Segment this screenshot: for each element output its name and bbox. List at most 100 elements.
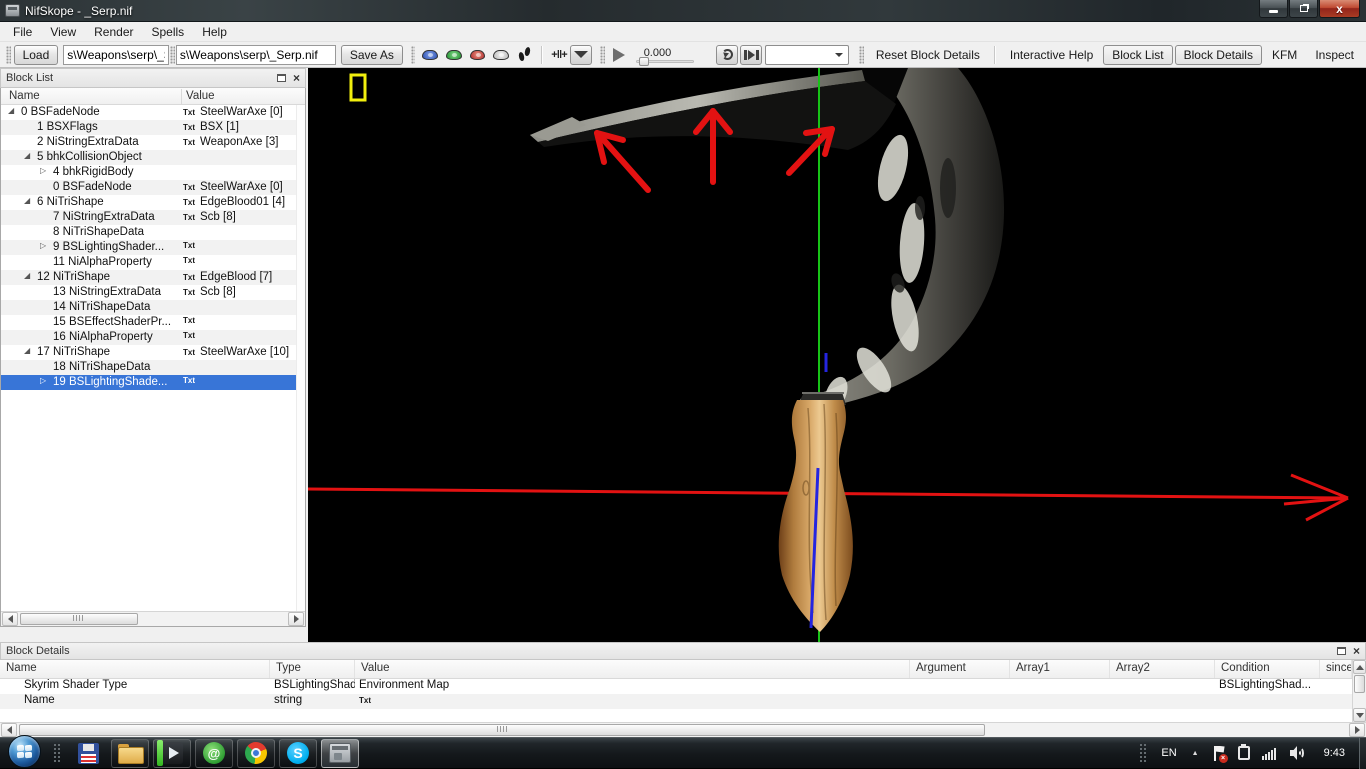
taskbar-item-nifskope-active[interactable] — [321, 738, 359, 768]
menu-item-file[interactable]: File — [4, 23, 41, 41]
save-path-input[interactable] — [175, 44, 336, 65]
action-center-flag-icon[interactable]: × — [1212, 745, 1228, 763]
view-mode-blue-eye-icon[interactable] — [422, 49, 439, 60]
column-value[interactable]: Value — [186, 90, 215, 102]
minimize-button[interactable] — [1259, 0, 1288, 18]
collapse-arrow-icon[interactable]: ▷ — [40, 376, 46, 385]
language-indicator[interactable]: EN — [1161, 747, 1176, 759]
block-list-row[interactable]: 1 BSXFlags Txt BSX [1] — [1, 120, 305, 135]
show-desktop-button[interactable] — [1359, 737, 1366, 769]
walk-mode-icon[interactable] — [518, 47, 531, 63]
expand-arrow-icon[interactable]: ◢ — [24, 196, 30, 205]
center-view-button[interactable]: +‖+ — [548, 45, 570, 65]
scroll-down-button[interactable] — [1353, 708, 1366, 722]
view-mode-gray-eye-icon[interactable] — [493, 49, 510, 60]
taskbar-item-media-player[interactable] — [153, 738, 191, 768]
taskbar-item-messenger[interactable]: @ — [195, 738, 233, 768]
tree-scrollbar-gutter[interactable] — [296, 105, 305, 611]
collapse-arrow-icon[interactable]: ▷ — [40, 166, 46, 175]
column-value[interactable]: Value — [355, 660, 910, 678]
block-details-titlebar[interactable]: Block Details × — [0, 642, 1366, 660]
animation-select[interactable] — [765, 44, 850, 65]
block-list-row[interactable]: ◢ 17 NiTriShape Txt SteelWarAxe [10] — [1, 345, 305, 360]
block-list-row[interactable]: ◢ 6 NiTriShape Txt EdgeBlood01 [4] — [1, 195, 305, 210]
taskbar-grip[interactable] — [53, 743, 61, 763]
path-splitter-grip[interactable] — [170, 45, 175, 64]
block-list-row[interactable]: 2 NiStringExtraData Txt WeaponAxe [3] — [1, 135, 305, 150]
block-list-row[interactable]: 15 BSEffectShaderPr... Txt — [1, 315, 305, 330]
column-array2[interactable]: Array2 — [1110, 660, 1215, 678]
inspect-button[interactable]: Inspect — [1306, 45, 1363, 65]
block-list-row[interactable]: 8 NiTriShapeData — [1, 225, 305, 240]
menu-item-spells[interactable]: Spells — [143, 23, 194, 41]
toolbar-grip-3[interactable] — [600, 45, 605, 64]
volume-icon[interactable] — [1289, 746, 1307, 760]
toolbar-grip[interactable] — [6, 45, 11, 64]
block-details-column-header[interactable]: Name Type Value Argument Array1 Array2 Conditi… — [0, 660, 1366, 679]
block-list-row[interactable]: ◢ 12 NiTriShape Txt EdgeBlood [7] — [1, 270, 305, 285]
column-name[interactable]: Name — [0, 660, 270, 678]
taskbar-item-floppy[interactable] — [69, 739, 107, 768]
animation-time-control[interactable]: 0.000 — [635, 47, 694, 66]
float-panel-icon[interactable] — [276, 74, 286, 82]
toolbar-grip-4[interactable] — [859, 45, 864, 64]
menu-item-help[interactable]: Help — [193, 23, 236, 41]
block-details-row[interactable]: Skyrim Shader Type BSLightingShad... Envir… — [0, 679, 1366, 694]
scrollbar-thumb[interactable] — [1354, 675, 1365, 693]
block-details-vscrollbar[interactable] — [1352, 660, 1366, 722]
column-type[interactable]: Type — [270, 660, 355, 678]
menu-item-view[interactable]: View — [41, 23, 85, 41]
expand-arrow-icon[interactable]: ◢ — [24, 346, 30, 355]
block-list-row[interactable]: ▷ 19 BSLightingShade... Txt — [1, 375, 305, 390]
toolbar-grip-2[interactable] — [410, 45, 416, 64]
scroll-left-button[interactable] — [1, 723, 17, 737]
load-path-input[interactable] — [63, 44, 170, 65]
play-button[interactable] — [608, 45, 630, 65]
toggle-block-list-button[interactable]: Block List — [1103, 44, 1173, 65]
animation-slider-thumb[interactable] — [638, 56, 649, 66]
block-list-row[interactable]: 18 NiTriShapeData — [1, 360, 305, 375]
restore-button[interactable] — [1289, 0, 1318, 18]
menu-item-render[interactable]: Render — [85, 23, 142, 41]
show-hidden-icons-button[interactable]: ▲ — [1192, 750, 1199, 757]
block-list-column-header[interactable]: Name Value — [1, 88, 305, 105]
scroll-left-button[interactable] — [2, 612, 18, 626]
close-panel-icon[interactable]: × — [293, 72, 300, 84]
block-list-row[interactable]: ◢ 5 bhkCollisionObject — [1, 150, 305, 165]
column-name[interactable]: Name — [9, 90, 40, 102]
scroll-right-button[interactable] — [1349, 723, 1365, 737]
block-list-row[interactable]: 11 NiAlphaProperty Txt — [1, 255, 305, 270]
block-list-row[interactable]: 14 NiTriShapeData — [1, 300, 305, 315]
column-condition[interactable]: Condition — [1215, 660, 1320, 678]
animation-slider[interactable] — [635, 56, 694, 66]
block-list-row[interactable]: ▷ 4 bhkRigidBody — [1, 165, 305, 180]
block-details-row[interactable]: Name string Txt — [0, 694, 1366, 709]
view-mode-green-eye-icon[interactable] — [446, 49, 462, 60]
block-list-row[interactable]: 16 NiAlphaProperty Txt — [1, 330, 305, 345]
block-list-row[interactable]: ◢ 0 BSFadeNode Txt SteelWarAxe [0] — [1, 105, 305, 120]
expand-arrow-icon[interactable]: ◢ — [8, 106, 14, 115]
view-dropdown-button[interactable] — [570, 44, 593, 65]
3d-viewport[interactable] — [308, 68, 1366, 642]
block-list-row[interactable]: 7 NiStringExtraData Txt Scb [8] — [1, 210, 305, 225]
block-list-row[interactable]: 0 BSFadeNode Txt SteelWarAxe [0] — [1, 180, 305, 195]
block-list-row[interactable]: 13 NiStringExtraData Txt Scb [8] — [1, 285, 305, 300]
column-since[interactable]: since — [1320, 660, 1352, 678]
load-button[interactable]: Load — [13, 44, 59, 65]
close-button[interactable]: x — [1319, 0, 1360, 18]
network-signal-icon[interactable] — [1261, 747, 1277, 760]
float-panel-icon[interactable] — [1336, 647, 1346, 655]
tray-app-icon[interactable] — [1237, 744, 1250, 760]
block-details-hscrollbar[interactable] — [0, 722, 1366, 737]
collapse-arrow-icon[interactable]: ▷ — [40, 241, 46, 250]
tray-grip[interactable] — [1139, 743, 1148, 763]
interactive-help-button[interactable]: Interactive Help — [1001, 45, 1102, 65]
expand-arrow-icon[interactable]: ◢ — [24, 151, 30, 160]
reset-block-details-button[interactable]: Reset Block Details — [867, 45, 989, 65]
taskbar-item-chrome[interactable] — [237, 738, 275, 768]
taskbar-item-explorer[interactable] — [111, 738, 149, 768]
start-button[interactable] — [8, 735, 41, 768]
close-panel-icon[interactable]: × — [1353, 645, 1360, 657]
view-mode-red-eye-icon[interactable] — [469, 49, 486, 60]
block-list-hscrollbar[interactable] — [1, 611, 305, 626]
